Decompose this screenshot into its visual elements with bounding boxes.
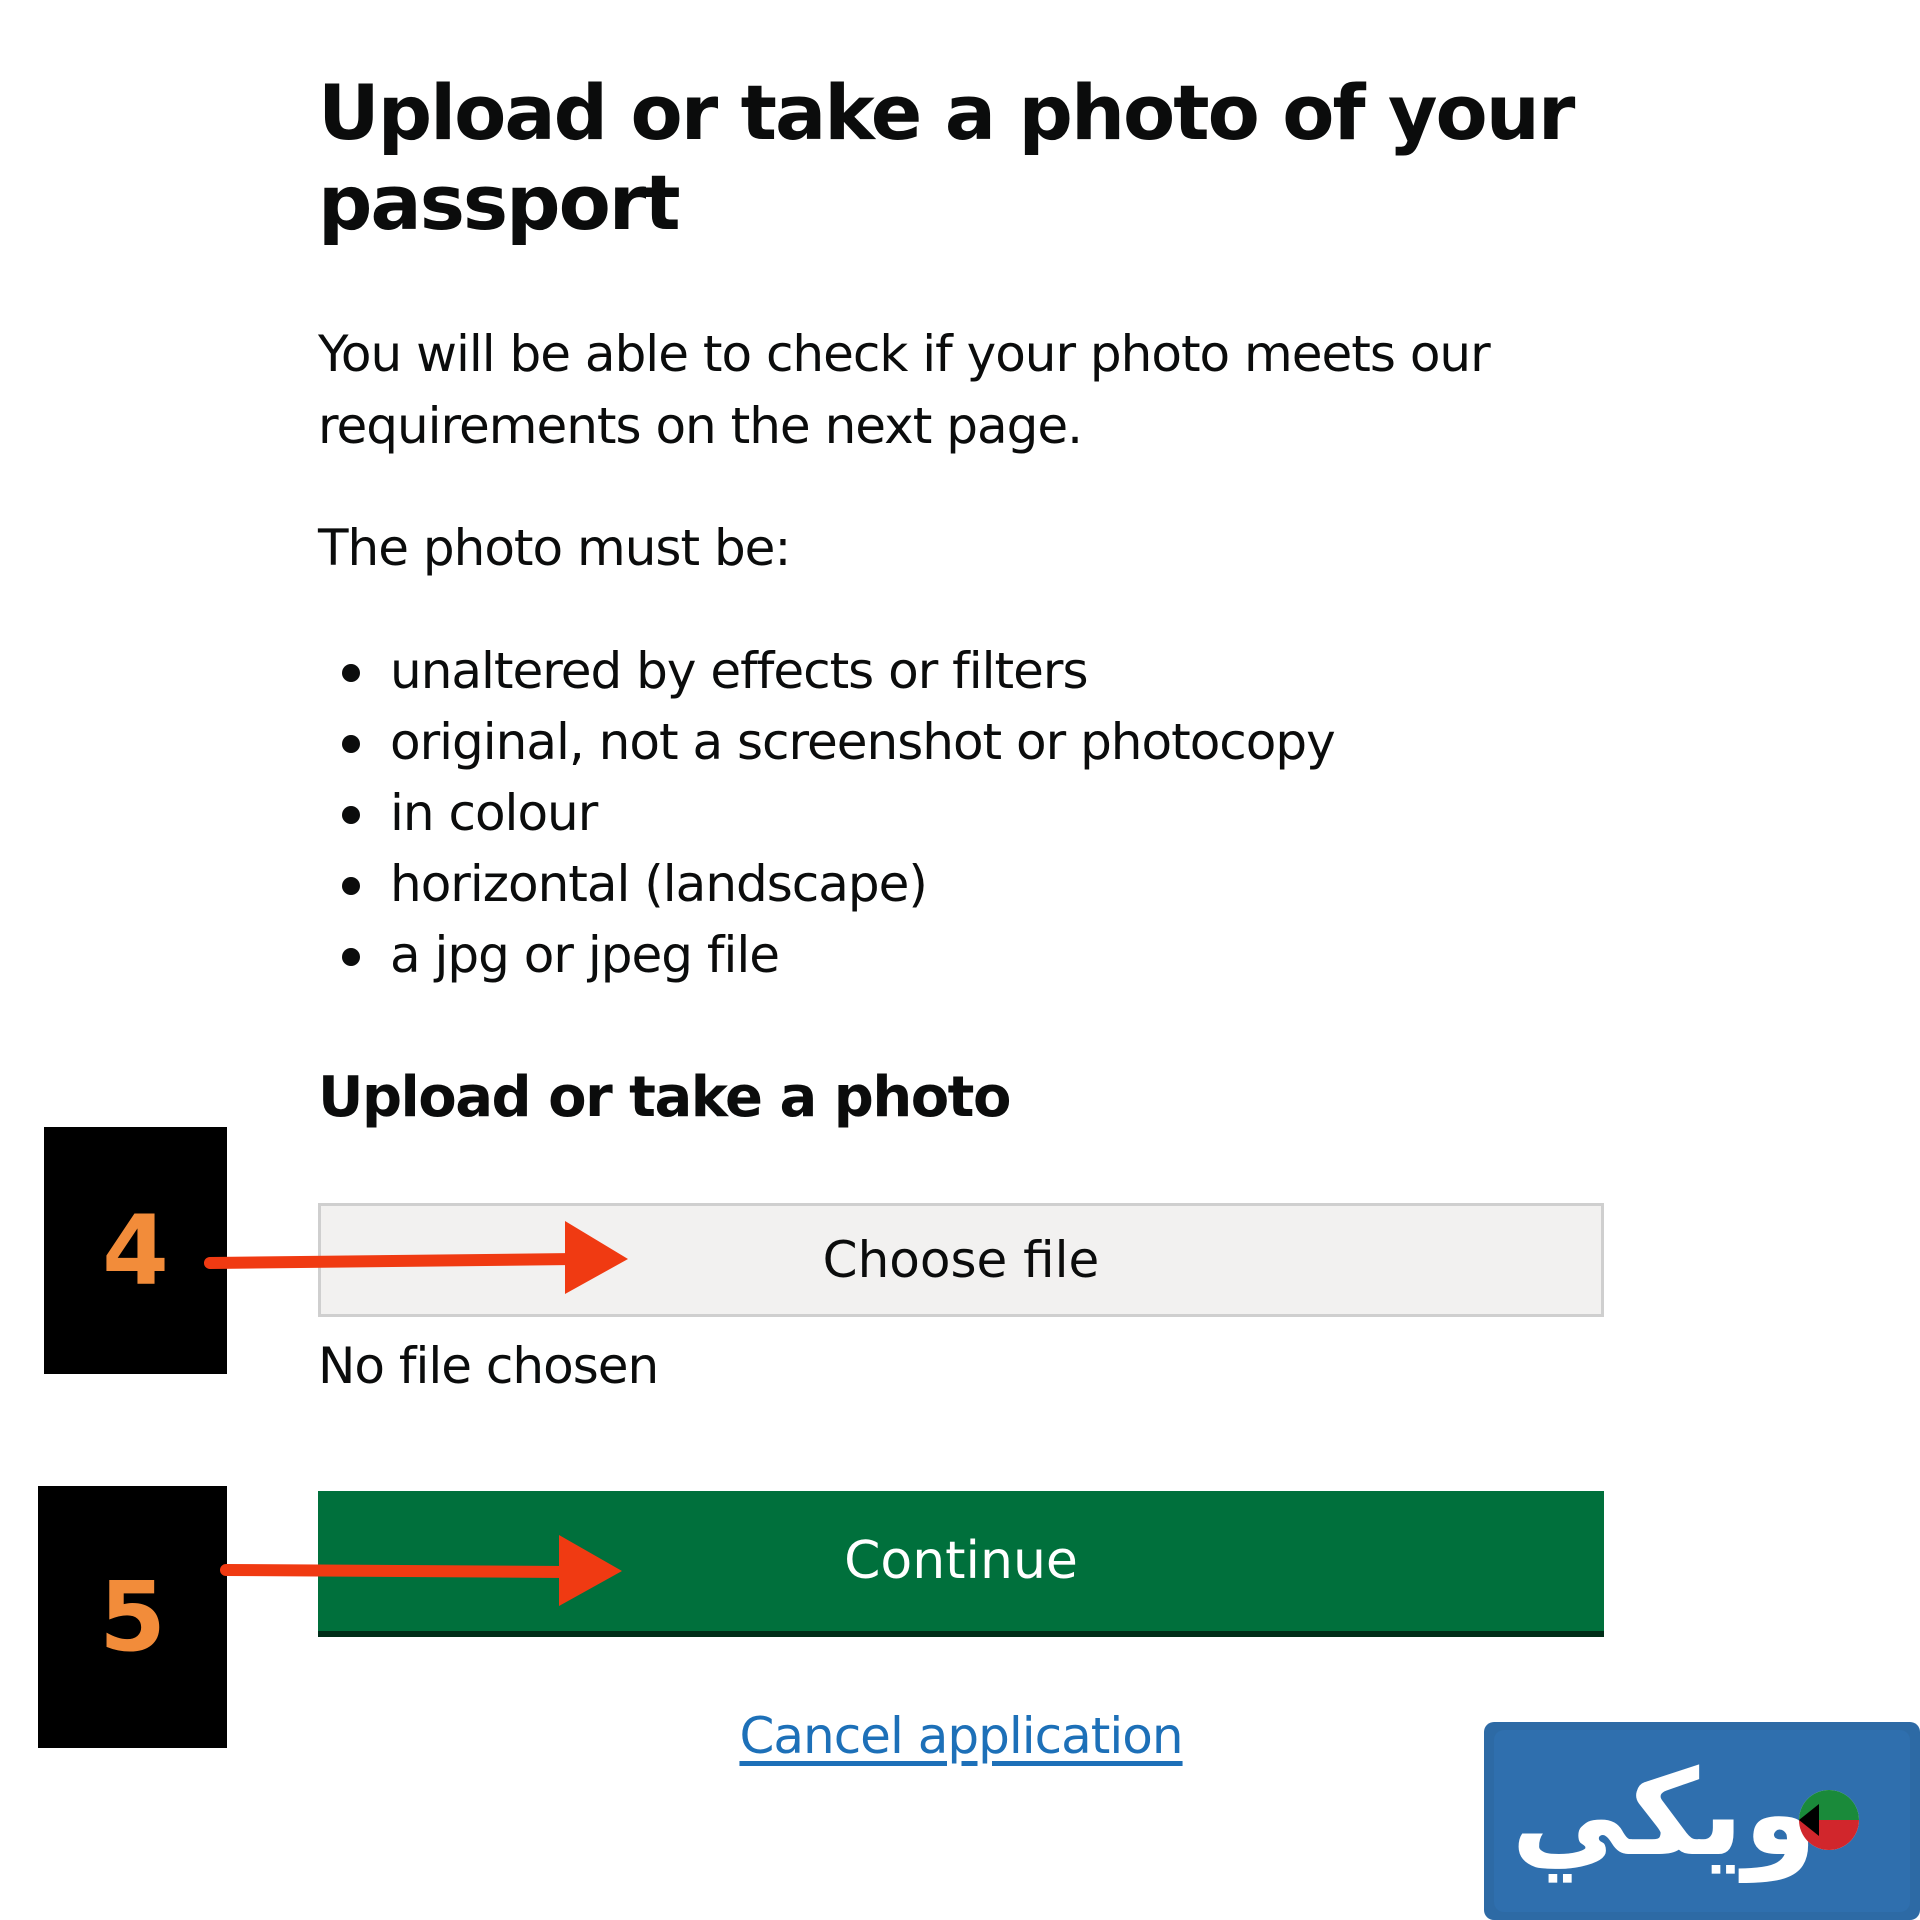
upload-heading: Upload or take a photo <box>318 1065 1011 1130</box>
choose-file-button[interactable]: Choose file <box>318 1203 1604 1317</box>
requirement-item: a jpg or jpeg file <box>318 920 1335 991</box>
wiki-logo: ويكي <box>1484 1722 1920 1920</box>
requirement-item: in colour <box>318 778 1335 849</box>
flag-icon <box>1799 1790 1859 1850</box>
intro-text: You will be able to check if your photo … <box>318 325 1491 455</box>
requirement-item: horizontal (landscape) <box>318 849 1335 920</box>
requirement-item: original, not a screenshot or photocopy <box>318 707 1336 778</box>
requirement-item: unaltered by effects or filters <box>318 636 1335 707</box>
page-title: Upload or take a photo of your passport <box>318 68 1575 247</box>
file-status-text: No file chosen <box>318 1337 659 1395</box>
step-5-badge: 5 <box>38 1486 227 1748</box>
continue-button[interactable]: Continue <box>318 1491 1604 1631</box>
svg-text:ويكي: ويكي <box>1511 1744 1817 1883</box>
requirements-intro: The photo must be: <box>318 519 791 577</box>
step-4-badge: 4 <box>44 1127 227 1374</box>
requirements-list: unaltered by effects or filters original… <box>318 636 1336 991</box>
